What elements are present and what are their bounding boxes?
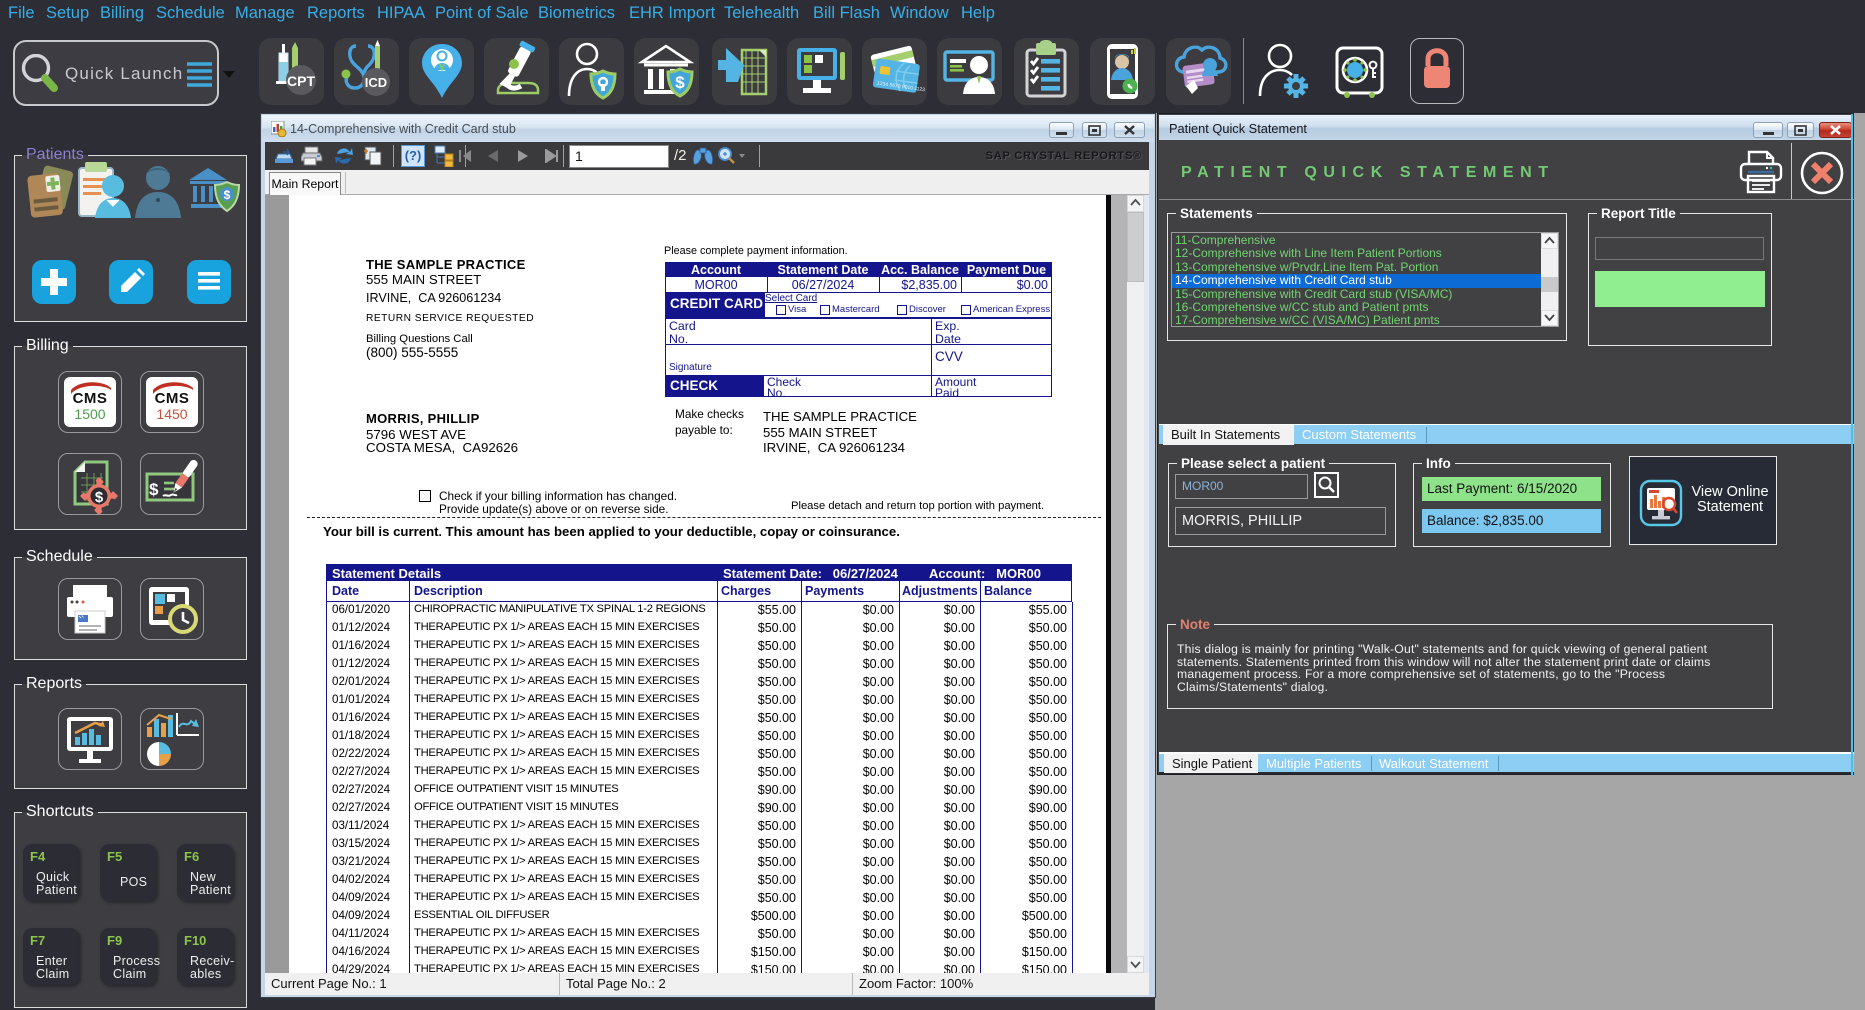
svg-text:CPT: CPT bbox=[287, 73, 315, 89]
svg-text:1450: 1450 bbox=[156, 406, 187, 422]
svg-text:$: $ bbox=[95, 489, 104, 506]
svg-text:CMS: CMS bbox=[73, 390, 108, 407]
svg-text:$: $ bbox=[149, 480, 159, 499]
svg-text:$: $ bbox=[224, 188, 231, 202]
svg-text:ICD: ICD bbox=[365, 75, 387, 90]
svg-text:1500: 1500 bbox=[74, 406, 105, 422]
svg-text:$: $ bbox=[675, 73, 685, 92]
svg-text:CMS: CMS bbox=[155, 390, 190, 407]
